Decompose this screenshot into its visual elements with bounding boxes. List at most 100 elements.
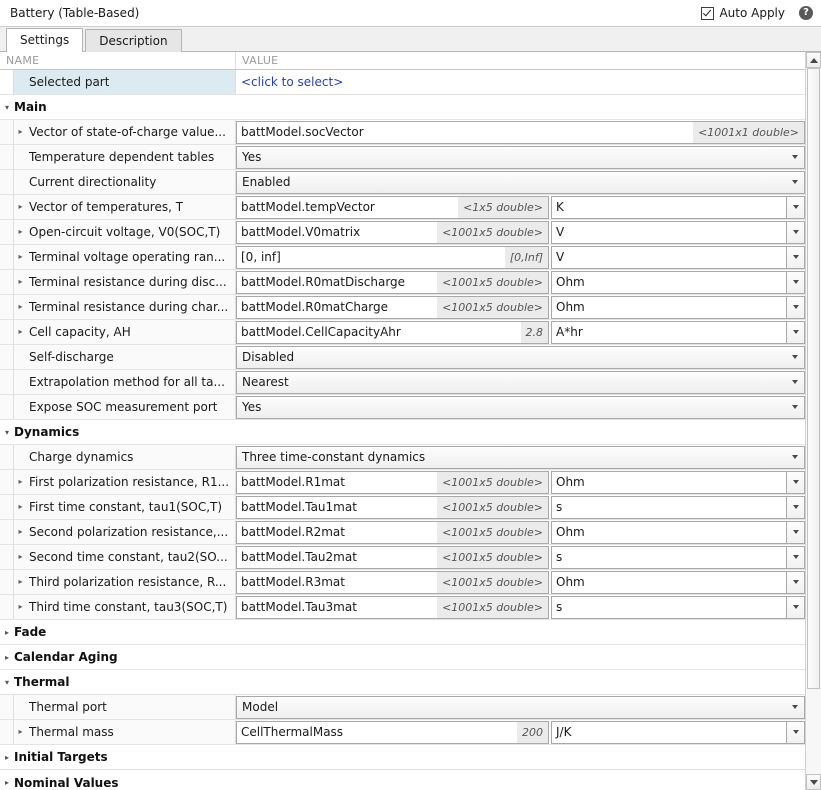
unit-dropdown-button[interactable] bbox=[786, 245, 805, 269]
chevron-down-icon[interactable] bbox=[786, 455, 804, 459]
chevron-down-icon[interactable]: ▾ bbox=[0, 428, 14, 437]
value-input-vector-of-temperatures-t[interactable]: battModel.tempVector <1x5 double> bbox=[236, 195, 549, 219]
row-value-cell[interactable]: battModel.tempVector <1x5 double> K bbox=[236, 195, 805, 219]
select-part-link[interactable]: <click to select> bbox=[236, 75, 343, 89]
table-row[interactable]: ▸ Cell capacity, AH battModel.CellCapacity… bbox=[0, 320, 805, 345]
expander-icon[interactable]: ▸ bbox=[14, 220, 27, 244]
unit-input[interactable]: Ohm bbox=[551, 270, 786, 294]
section-header-fade[interactable]: ▸ Fade bbox=[0, 620, 805, 645]
section-header-calendar-aging[interactable]: ▸ Calendar Aging bbox=[0, 645, 805, 670]
table-row[interactable]: Current directionality Enabled bbox=[0, 170, 805, 195]
value-input-open-circuit-voltage-v0-soc-t[interactable]: battModel.V0matrix <1001x5 double> bbox=[236, 220, 549, 244]
chevron-right-icon[interactable]: ▸ bbox=[0, 628, 14, 637]
unit-input[interactable]: s bbox=[551, 545, 786, 569]
chevron-down-icon[interactable] bbox=[786, 380, 804, 384]
section-header-main[interactable]: ▾ Main bbox=[0, 95, 805, 120]
dropdown-self-discharge[interactable]: Disabled bbox=[236, 345, 805, 369]
table-row[interactable]: ▸ Open-circuit voltage, V0(SOC,T) battMode… bbox=[0, 220, 805, 245]
expander-icon[interactable]: ▸ bbox=[14, 195, 27, 219]
chevron-down-icon[interactable] bbox=[786, 180, 804, 184]
expander-icon[interactable]: ▸ bbox=[14, 570, 27, 594]
unit-input[interactable]: A*hr bbox=[551, 320, 786, 344]
table-row[interactable]: ▸ First polarization resistance, R1... bat… bbox=[0, 470, 805, 495]
row-value-cell[interactable]: battModel.CellCapacityAhr 2.8 A*hr bbox=[236, 320, 805, 344]
row-value-cell[interactable]: battModel.Tau3mat <1001x5 double> s bbox=[236, 595, 805, 619]
row-value-cell[interactable]: battModel.R3mat <1001x5 double> Ohm bbox=[236, 570, 805, 594]
unit-input[interactable]: K bbox=[551, 195, 786, 219]
unit-input[interactable]: s bbox=[551, 595, 786, 619]
scrollbar-thumb[interactable] bbox=[807, 68, 820, 690]
chevron-down-icon[interactable] bbox=[786, 705, 804, 709]
chevron-down-icon[interactable] bbox=[786, 155, 804, 159]
table-row[interactable]: ▸ Terminal resistance during char... battM… bbox=[0, 295, 805, 320]
chevron-right-icon[interactable]: ▸ bbox=[0, 778, 14, 787]
dropdown-expose-soc-measurement-port[interactable]: Yes bbox=[236, 395, 805, 419]
table-row[interactable]: ▸ Terminal resistance during disc... battM… bbox=[0, 270, 805, 295]
section-header-initial-targets[interactable]: ▸ Initial Targets bbox=[0, 745, 805, 770]
dropdown-charge-dynamics[interactable]: Three time-constant dynamics bbox=[236, 445, 805, 469]
unit-dropdown-button[interactable] bbox=[786, 570, 805, 594]
row-value-cell[interactable]: Model bbox=[236, 695, 805, 719]
unit-dropdown-button[interactable] bbox=[786, 720, 805, 744]
row-value-cell[interactable]: Nearest bbox=[236, 370, 805, 394]
value-input-third-polarization-resistance-r[interactable]: battModel.R3mat <1001x5 double> bbox=[236, 570, 549, 594]
chevron-down-icon[interactable] bbox=[786, 355, 804, 359]
table-row[interactable]: ▸ First time constant, tau1(SOC,T) battMod… bbox=[0, 495, 805, 520]
scrollbar-track[interactable] bbox=[806, 68, 821, 774]
scroll-down-button[interactable] bbox=[806, 774, 821, 790]
row-value-cell[interactable]: battModel.R1mat <1001x5 double> Ohm bbox=[236, 470, 805, 494]
value-input-second-polarization-resistance[interactable]: battModel.R2mat <1001x5 double> bbox=[236, 520, 549, 544]
unit-dropdown-button[interactable] bbox=[786, 495, 805, 519]
unit-input[interactable]: V bbox=[551, 245, 786, 269]
table-row[interactable]: Temperature dependent tables Yes bbox=[0, 145, 805, 170]
expander-icon[interactable]: ▸ bbox=[14, 495, 27, 519]
row-value-cell[interactable]: battModel.V0matrix <1001x5 double> V bbox=[236, 220, 805, 244]
unit-input[interactable]: s bbox=[551, 495, 786, 519]
dropdown-current-directionality[interactable]: Enabled bbox=[236, 170, 805, 194]
value-input-vector-of-state-of-charge-value[interactable]: battModel.socVector <1001x1 double> bbox=[236, 120, 805, 144]
unit-input[interactable]: Ohm bbox=[551, 295, 786, 319]
unit-input[interactable]: J/K bbox=[551, 720, 786, 744]
expander-icon[interactable]: ▸ bbox=[14, 520, 27, 544]
row-value-cell[interactable]: CellThermalMass 200 J/K bbox=[236, 720, 805, 744]
value-input-third-time-constant-tau3-soc-t[interactable]: battModel.Tau3mat <1001x5 double> bbox=[236, 595, 549, 619]
unit-input[interactable]: V bbox=[551, 220, 786, 244]
value-input-first-polarization-resistance-r1[interactable]: battModel.R1mat <1001x5 double> bbox=[236, 470, 549, 494]
unit-dropdown-button[interactable] bbox=[786, 270, 805, 294]
unit-dropdown-button[interactable] bbox=[786, 545, 805, 569]
section-header-nominal-values[interactable]: ▸ Nominal Values bbox=[0, 770, 805, 790]
table-row[interactable]: ▸ Vector of temperatures, TbattModel.temp… bbox=[0, 195, 805, 220]
dropdown-temperature-dependent-tables[interactable]: Yes bbox=[236, 145, 805, 169]
expander-icon[interactable]: ▸ bbox=[14, 245, 27, 269]
unit-dropdown-button[interactable] bbox=[786, 195, 805, 219]
expander-icon[interactable]: ▸ bbox=[14, 120, 27, 144]
unit-dropdown-button[interactable] bbox=[786, 295, 805, 319]
value-input-thermal-mass[interactable]: CellThermalMass 200 bbox=[236, 720, 549, 744]
expander-icon[interactable]: ▸ bbox=[14, 595, 27, 619]
value-input-terminal-resistance-during-disc[interactable]: battModel.R0matDischarge <1001x5 double> bbox=[236, 270, 549, 294]
vertical-scrollbar[interactable] bbox=[805, 52, 821, 790]
expander-icon[interactable]: ▸ bbox=[14, 470, 27, 494]
table-row[interactable]: Expose SOC measurement port Yes bbox=[0, 395, 805, 420]
row-value-cell[interactable]: battModel.Tau2mat <1001x5 double> s bbox=[236, 545, 805, 569]
expander-icon[interactable]: ▸ bbox=[14, 295, 27, 319]
row-value-cell[interactable]: Yes bbox=[236, 395, 805, 419]
unit-dropdown-button[interactable] bbox=[786, 320, 805, 344]
row-value-cell[interactable]: Yes bbox=[236, 145, 805, 169]
row-value-cell[interactable]: [0, inf] [0,Inf] V bbox=[236, 245, 805, 269]
expander-icon[interactable]: ▸ bbox=[14, 320, 27, 344]
table-row[interactable]: ▸ Second polarization resistance,... battM… bbox=[0, 520, 805, 545]
tab-settings[interactable]: Settings bbox=[6, 28, 84, 52]
chevron-right-icon[interactable]: ▸ bbox=[0, 753, 14, 762]
unit-dropdown-button[interactable] bbox=[786, 470, 805, 494]
checkbox-icon[interactable] bbox=[701, 6, 715, 20]
value-input-second-time-constant-tau2-so[interactable]: battModel.Tau2mat <1001x5 double> bbox=[236, 545, 549, 569]
row-value-cell[interactable]: battModel.Tau1mat <1001x5 double> s bbox=[236, 495, 805, 519]
table-row[interactable]: ▸ Thermal mass CellThermalMass 200 J/K bbox=[0, 720, 805, 745]
section-header-dynamics[interactable]: ▾ Dynamics bbox=[0, 420, 805, 445]
value-input-first-time-constant-tau1-soc-t[interactable]: battModel.Tau1mat <1001x5 double> bbox=[236, 495, 549, 519]
expander-icon[interactable]: ▸ bbox=[14, 720, 27, 744]
table-row-selected-part[interactable]: Selected part <click to select> bbox=[0, 70, 805, 95]
unit-input[interactable]: Ohm bbox=[551, 520, 786, 544]
expander-icon[interactable]: ▸ bbox=[14, 545, 27, 569]
